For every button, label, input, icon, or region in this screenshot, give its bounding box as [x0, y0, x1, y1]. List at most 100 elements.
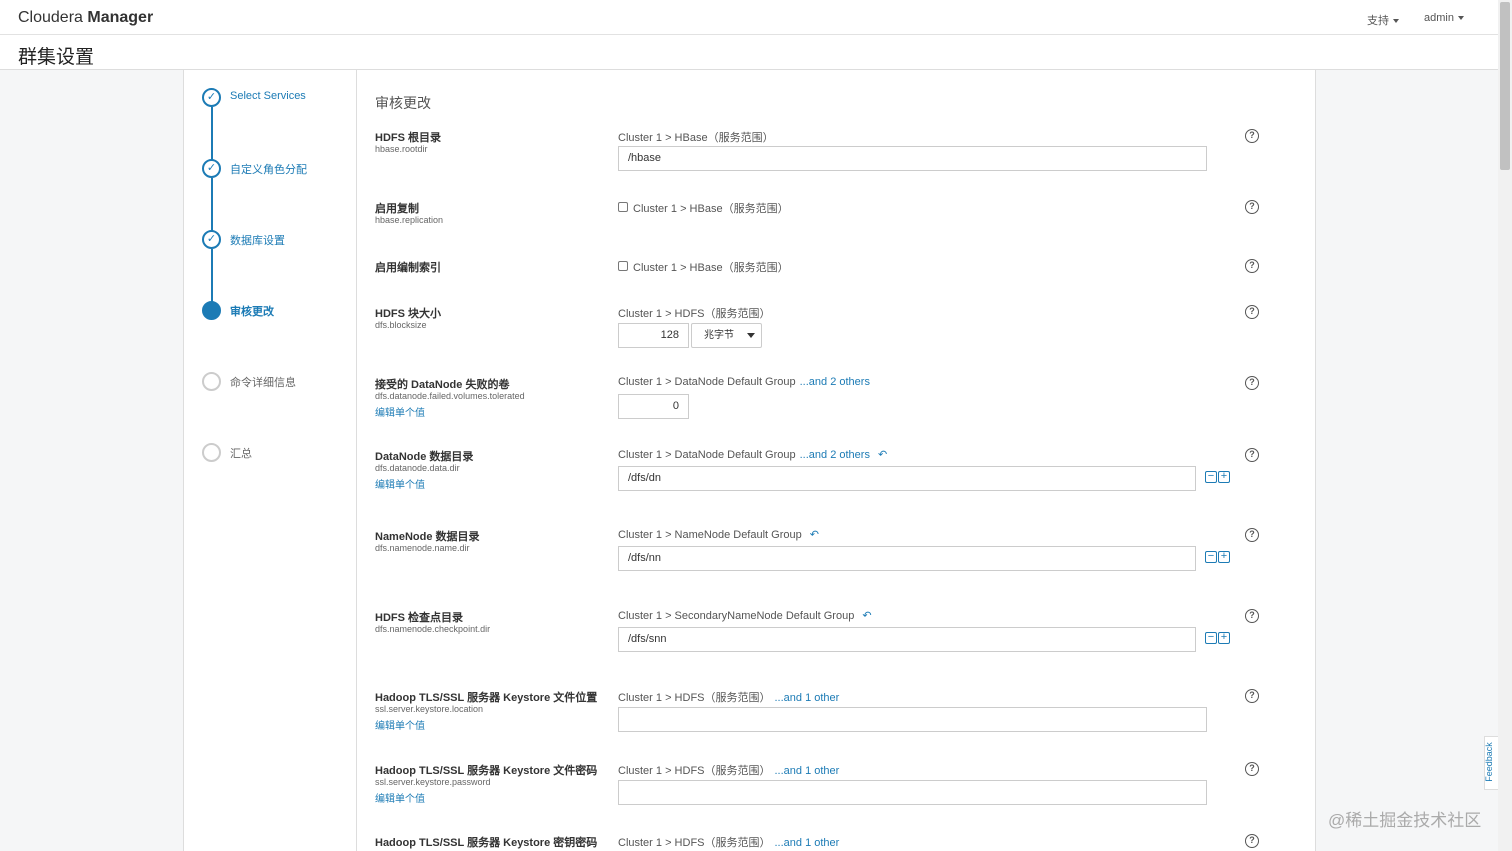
config-row-hbase-replication: 启用复制 hbase.replication Cluster 1 > HBase…	[375, 200, 1275, 230]
step-connector	[211, 178, 213, 232]
undo-icon[interactable]: ↶	[878, 448, 887, 461]
config-row-hbase-rootdir: HDFS 根目录 hbase.rootdir Cluster 1 > HBase…	[375, 129, 1275, 174]
undo-icon[interactable]: ↶	[810, 528, 819, 541]
scope-text: Cluster 1 > HDFS（服务范围）	[618, 765, 771, 777]
chevron-down-icon	[747, 333, 755, 338]
row-controls: − +	[1205, 632, 1231, 646]
keystore-location-input[interactable]	[618, 707, 1207, 732]
edit-individual-values-link[interactable]: 编辑单个值	[375, 476, 425, 491]
help-icon[interactable]: ?	[1245, 129, 1259, 143]
edit-individual-values-link[interactable]: 编辑单个值	[375, 717, 425, 732]
add-row-icon[interactable]: +	[1218, 471, 1230, 483]
support-menu[interactable]: 支持	[1367, 12, 1399, 28]
property-name: Hadoop TLS/SSL 服务器 Keystore 密钥密码	[375, 837, 598, 849]
unit-label: 兆字节	[704, 330, 734, 341]
keystore-password-input[interactable]	[618, 780, 1207, 805]
feedback-label: Feedback	[1483, 742, 1494, 782]
remove-row-icon[interactable]: −	[1205, 551, 1217, 563]
help-icon[interactable]: ?	[1245, 689, 1259, 703]
property-scope: Cluster 1 > HDFS（服务范围） ...and 1 other	[618, 834, 839, 850]
more-groups-link[interactable]: ...and 2 others	[800, 376, 870, 388]
step-label: 自定义角色分配	[230, 164, 307, 176]
scrollbar-thumb[interactable]	[1500, 2, 1510, 170]
scope-text: Cluster 1 > SecondaryNameNode Default Gr…	[618, 610, 855, 622]
help-icon[interactable]: ?	[1245, 376, 1259, 390]
config-row-dfs-blocksize: HDFS 块大小 dfs.blocksize Cluster 1 > HDFS（…	[375, 305, 1275, 350]
property-key: ssl.server.keystore.location	[375, 704, 484, 714]
property-scope: Cluster 1 > HDFS（服务范围）	[618, 308, 771, 320]
undo-icon[interactable]: ↶	[862, 609, 871, 622]
property-scope: Cluster 1 > HBase（服务范围）	[633, 203, 789, 215]
help-icon[interactable]: ?	[1245, 259, 1259, 273]
namenode-name-dir-input[interactable]: /dfs/nn	[618, 546, 1196, 571]
scope-text: Cluster 1 > NameNode Default Group	[618, 529, 802, 541]
remove-row-icon[interactable]: −	[1205, 471, 1217, 483]
page-scrollbar[interactable]	[1498, 0, 1512, 851]
step-database-setup[interactable]: ✓ 数据库设置	[202, 230, 342, 250]
hbase-rootdir-input[interactable]: /hbase	[618, 146, 1207, 171]
blocksize-unit-select[interactable]: 兆字节	[691, 323, 762, 348]
step-command-details: 命令详细信息	[202, 372, 342, 392]
add-row-icon[interactable]: +	[1218, 632, 1230, 644]
add-row-icon[interactable]: +	[1218, 551, 1230, 563]
scope-text: Cluster 1 > DataNode Default Group	[618, 449, 796, 461]
empty-circle-icon	[202, 372, 221, 391]
property-scope: Cluster 1 > HBase（服务范围）	[618, 132, 774, 144]
property-scope: Cluster 1 > DataNode Default Group ...and…	[618, 448, 887, 461]
property-name: HDFS 检查点目录	[375, 612, 463, 624]
property-scope: Cluster 1 > HDFS（服务范围） ...and 1 other	[618, 689, 839, 705]
blocksize-input[interactable]: 128	[618, 323, 689, 348]
step-role-assignment[interactable]: ✓ 自定义角色分配	[202, 159, 342, 179]
property-scope: Cluster 1 > SecondaryNameNode Default Gr…	[618, 609, 872, 622]
step-label: 汇总	[230, 448, 252, 460]
remove-row-icon[interactable]: −	[1205, 632, 1217, 644]
property-name: HDFS 块大小	[375, 308, 441, 320]
caret-down-icon	[1393, 19, 1399, 24]
property-name: DataNode 数据目录	[375, 451, 474, 463]
more-groups-link[interactable]: ...and 1 other	[775, 837, 840, 849]
more-groups-link[interactable]: ...and 1 other	[775, 765, 840, 777]
property-scope: Cluster 1 > DataNode Default Group ...and…	[618, 376, 870, 388]
row-controls: − +	[1205, 471, 1231, 485]
config-row-datanode-data-dir: DataNode 数据目录 dfs.datanode.data.dir 编辑单个…	[375, 448, 1275, 493]
brand-logo[interactable]: Cloudera Manager	[18, 9, 153, 27]
edit-individual-values-link[interactable]: 编辑单个值	[375, 404, 425, 419]
right-gutter	[1316, 70, 1498, 851]
user-menu[interactable]: admin	[1424, 12, 1464, 24]
feedback-tab[interactable]: Feedback	[1484, 736, 1498, 790]
help-icon[interactable]: ?	[1245, 762, 1259, 776]
checkpoint-dir-input[interactable]: /dfs/snn	[618, 627, 1196, 652]
property-name: Hadoop TLS/SSL 服务器 Keystore 文件位置	[375, 692, 598, 704]
property-key: dfs.namenode.name.dir	[375, 543, 470, 553]
help-icon[interactable]: ?	[1245, 448, 1259, 462]
step-select-services[interactable]: ✓ Select Services	[202, 88, 342, 108]
help-icon[interactable]: ?	[1245, 305, 1259, 319]
property-key: dfs.datanode.failed.volumes.tolerated	[375, 391, 525, 401]
scope-text: Cluster 1 > DataNode Default Group	[618, 376, 796, 388]
property-name: 启用编制索引	[375, 262, 441, 274]
help-icon[interactable]: ?	[1245, 200, 1259, 214]
edit-individual-values-link[interactable]: 编辑单个值	[375, 790, 425, 805]
more-groups-link[interactable]: ...and 2 others	[800, 449, 870, 461]
watermark: @稀土掘金技术社区	[1328, 811, 1482, 830]
indexing-checkbox[interactable]	[618, 261, 628, 271]
help-icon[interactable]: ?	[1245, 528, 1259, 542]
config-row-namenode-name-dir: NameNode 数据目录 dfs.namenode.name.dir Clus…	[375, 528, 1275, 573]
top-navbar: Cloudera Manager 支持 admin	[0, 0, 1498, 35]
property-key: ssl.server.keystore.password	[375, 777, 491, 787]
failed-volumes-input[interactable]: 0	[618, 394, 689, 419]
check-icon: ✓	[202, 230, 221, 249]
section-title: 审核更改	[375, 95, 431, 111]
config-row-keystore-location: Hadoop TLS/SSL 服务器 Keystore 文件位置 ssl.ser…	[375, 689, 1275, 734]
step-connector	[211, 107, 213, 161]
more-groups-link[interactable]: ...and 1 other	[775, 692, 840, 704]
property-name: 启用复制	[375, 203, 419, 215]
replication-checkbox[interactable]	[618, 202, 628, 212]
support-label: 支持	[1367, 15, 1389, 27]
property-key: dfs.namenode.checkpoint.dir	[375, 624, 491, 634]
step-review-changes[interactable]: 审核更改	[202, 301, 342, 321]
help-icon[interactable]: ?	[1245, 609, 1259, 623]
datanode-data-dir-input[interactable]: /dfs/dn	[618, 466, 1196, 491]
property-key: dfs.blocksize	[375, 320, 427, 330]
help-icon[interactable]: ?	[1245, 834, 1259, 848]
